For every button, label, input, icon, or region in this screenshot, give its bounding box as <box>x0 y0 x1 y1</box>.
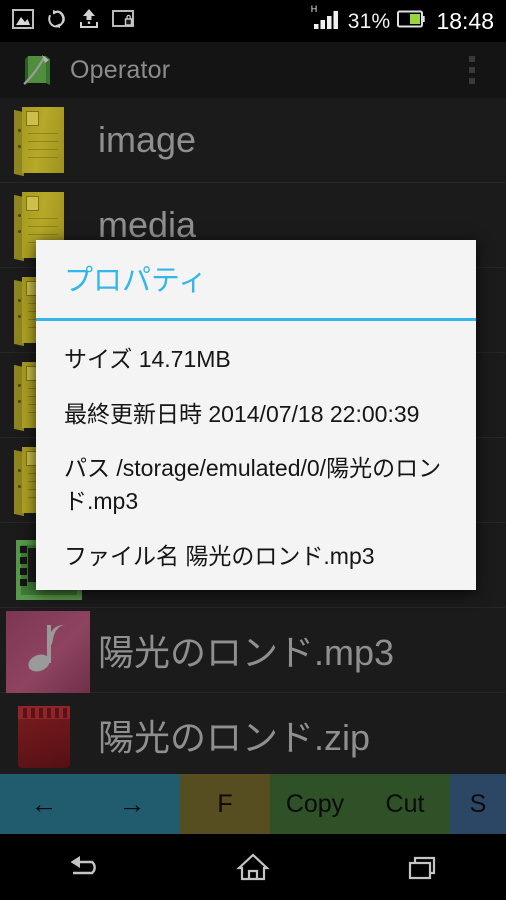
list-item[interactable]: 陽光のロンド.zip <box>0 693 506 778</box>
list-item-label: 陽光のロンド.mp3 <box>98 632 395 673</box>
battery-percent-label: 31% <box>347 9 391 33</box>
status-bar-notification-icons <box>0 8 311 34</box>
folder-icon <box>6 101 80 179</box>
home-icon[interactable] <box>198 834 308 900</box>
property-path: パス /storage/emulated/0/陽光のロンド.mp3 <box>64 455 442 514</box>
copy-button[interactable]: Copy <box>270 774 360 834</box>
dialog-title: プロパティ <box>64 265 208 297</box>
property-filename: ファイル名 陽光のロンド.mp3 <box>64 542 375 569</box>
signal-bars-icon: H <box>310 3 341 35</box>
cut-button[interactable]: Cut <box>360 774 450 834</box>
navigate-back-button[interactable]: ← <box>0 774 88 834</box>
sync-icon <box>47 9 66 34</box>
audio-icon <box>6 611 90 695</box>
operator-app-logo <box>22 53 54 87</box>
recents-icon[interactable] <box>367 834 477 900</box>
navigate-forward-button[interactable]: → <box>88 774 176 834</box>
status-bar: H 31% 18:48 <box>0 0 506 42</box>
select-button[interactable]: S <box>450 774 506 834</box>
back-arrow-icon: ← <box>30 788 58 819</box>
upload-icon <box>79 8 99 34</box>
screen-lock-icon <box>112 9 134 33</box>
clock-label: 18:48 <box>436 7 494 34</box>
android-navigation-bar <box>0 834 506 900</box>
dialog-body: サイズ 14.71MB 最終更新日時 2014/07/18 22:00:39 パ… <box>36 321 476 572</box>
property-size: サイズ 14.71MB <box>64 345 231 372</box>
app-action-bar: Operator <box>0 42 506 98</box>
list-item-label: 陽光のロンド.zip <box>98 717 371 758</box>
property-modified: 最終更新日時 2014/07/18 22:00:39 <box>64 400 420 427</box>
battery-icon <box>397 10 426 33</box>
zip-icon <box>6 696 80 774</box>
list-item[interactable]: 陽光のロンド.mp3 <box>0 608 506 695</box>
image-icon <box>12 8 34 34</box>
back-icon[interactable] <box>29 834 139 900</box>
properties-dialog: プロパティ サイズ 14.71MB 最終更新日時 2014/07/18 22:0… <box>36 240 476 591</box>
network-type-label: H <box>310 3 318 14</box>
page-title: Operator <box>70 55 171 84</box>
android-screen: H 31% 18:48 Operator image media 陽光のロンド.… <box>0 0 506 900</box>
find-button[interactable]: F <box>180 774 270 834</box>
action-toolbar: ← → F Copy Cut S <box>0 774 506 834</box>
list-item[interactable]: image <box>0 98 506 183</box>
status-bar-system-icons: H 31% 18:48 <box>310 3 506 35</box>
forward-arrow-icon: → <box>118 788 146 819</box>
list-item-label: image <box>98 119 197 160</box>
overflow-menu-icon[interactable] <box>463 56 481 84</box>
